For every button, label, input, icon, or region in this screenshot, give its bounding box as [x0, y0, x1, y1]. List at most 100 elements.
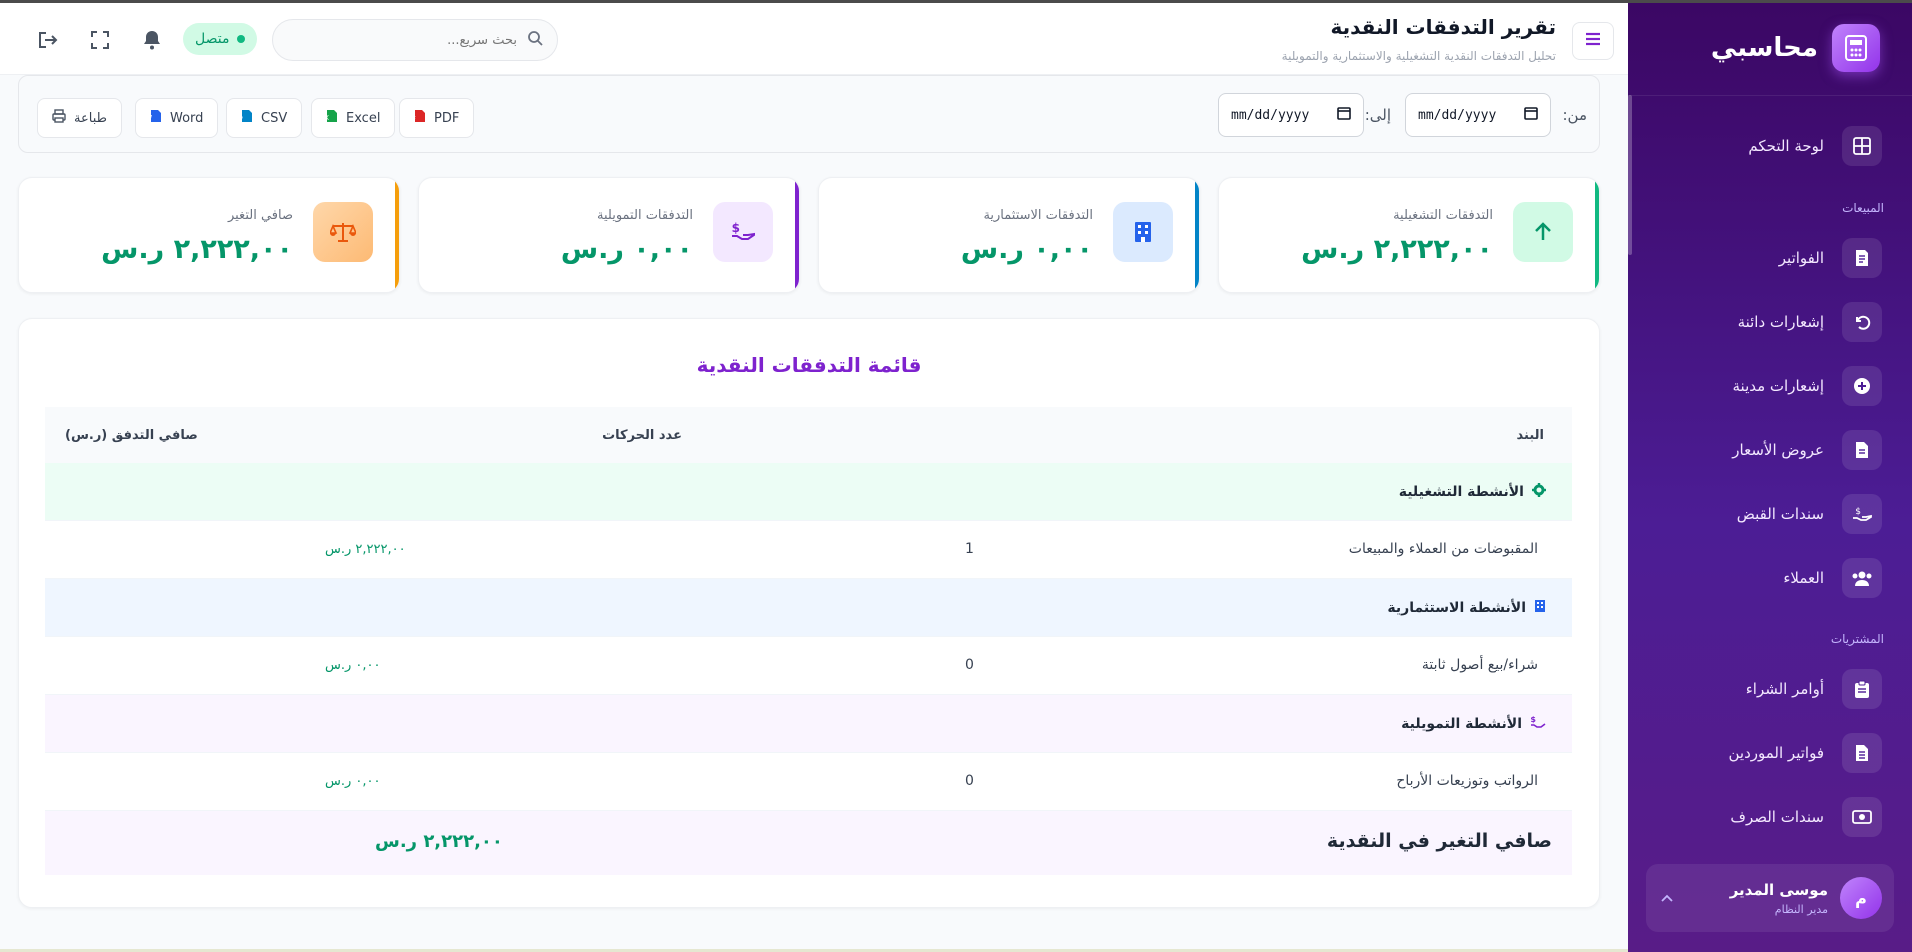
fullscreen-icon[interactable]	[89, 29, 111, 51]
arrow-up-icon	[1513, 202, 1573, 262]
status-badge: متصل	[183, 23, 258, 55]
total-value: ٢,٢٢٢,٠٠ ر.س	[375, 831, 503, 852]
page-title: تقرير التدفقات النقدية	[1330, 15, 1556, 39]
export-word-button[interactable]: Word W	[135, 98, 219, 138]
undo-icon	[1842, 302, 1882, 342]
table-row: المقبوضات من العملاء والمبيعات 1 ٢,٢٢٢,٠…	[45, 521, 1572, 579]
sidebar-item-payment-vouchers[interactable]: سندات الصرف	[1730, 797, 1882, 837]
row-count: 0	[965, 773, 974, 789]
card-accent-bar	[795, 178, 799, 292]
sidebar: محاسبي لوحة التحكم المبيعات الفواتير إشع…	[1628, 3, 1912, 952]
card-value: ٢,٢٢٢,٠٠ ر.س	[101, 234, 293, 265]
sidebar-section-sales: المبيعات	[1842, 201, 1884, 215]
hand-money-icon: $	[1842, 494, 1882, 534]
from-date-input[interactable]: mm/dd/yyyy	[1405, 93, 1551, 137]
from-label: من:	[1562, 106, 1587, 124]
sidebar-item-receipts[interactable]: $ سندات القبض	[1737, 494, 1882, 534]
section-label: الأنشطة الاستثمارية	[1387, 599, 1546, 617]
sidebar-item-label: إشعارات مدينة	[1732, 377, 1825, 395]
export-pdf-button[interactable]: PDF PDF	[399, 98, 475, 138]
svg-text:X: X	[326, 114, 329, 122]
sidebar-item-purchase-orders[interactable]: أوامر الشراء	[1746, 669, 1882, 709]
row-count: 1	[965, 541, 974, 557]
menu-toggle-button[interactable]	[1572, 22, 1614, 60]
hamburger-icon	[1584, 31, 1602, 51]
csv-icon: CSV	[234, 109, 253, 127]
status-text: متصل	[195, 31, 230, 47]
row-value: ٠,٠٠ ر.س	[325, 774, 381, 789]
export-word-label: Word	[170, 110, 204, 126]
export-csv-button[interactable]: CSV CSV	[226, 98, 303, 138]
section-row-operating: الأنشطة التشغيلية	[45, 463, 1572, 521]
pdf-icon: PDF	[407, 109, 426, 127]
cash-flow-statement: قائمة التدفقات النقدية البند عدد الحركات…	[18, 318, 1600, 908]
user-card[interactable]: م موسى المدير مدير النظام	[1646, 864, 1894, 932]
card-net-change: صافي التغير ٢,٢٢٢,٠٠ ر.س	[18, 177, 400, 293]
card-value: ٢,٢٢٢,٠٠ ر.س	[1301, 234, 1493, 265]
card-label: التدفقات التمويلية	[597, 208, 693, 223]
sidebar-scrollbar[interactable]	[1628, 95, 1632, 255]
sidebar-item-label: سندات القبض	[1736, 505, 1824, 523]
card-operating: التدفقات التشغيلية ٢,٢٢٢,٠٠ ر.س	[1218, 177, 1600, 293]
brand[interactable]: محاسبي	[1711, 24, 1880, 72]
row-item: المقبوضات من العملاء والمبيعات	[1348, 541, 1538, 557]
section-label: الأنشطة التشغيلية	[1399, 483, 1546, 501]
section-label: $ الأنشطة التمويلية	[1401, 715, 1546, 733]
svg-text:W: W	[150, 114, 152, 122]
sidebar-item-label: لوحة التحكم	[1748, 137, 1824, 155]
sidebar-item-invoices[interactable]: الفواتير	[1779, 238, 1882, 278]
user-role: مدير النظام	[1774, 902, 1828, 916]
search-box[interactable]	[272, 19, 558, 61]
svg-text:$: $	[1855, 507, 1861, 517]
top-header: تقرير التدفقات النقدية تحليل التدفقات ال…	[0, 3, 1628, 75]
column-header-net-label: صافي التدفق (ر.س)	[65, 427, 198, 443]
invoice-icon	[1842, 238, 1882, 278]
hand-money-icon: $	[713, 202, 773, 262]
sidebar-item-supplier-invoices[interactable]: فواتير الموردين	[1728, 733, 1882, 773]
bell-icon[interactable]	[141, 29, 163, 51]
sidebar-item-credit-notes[interactable]: إشعارات دائنة	[1738, 302, 1882, 342]
row-item: شراء/بيع أصول ثابتة	[1421, 657, 1538, 673]
export-excel-button[interactable]: Excel X	[311, 98, 396, 138]
document-icon	[1842, 430, 1882, 470]
section-label-text: الأنشطة التمويلية	[1401, 716, 1522, 732]
filter-toolbar: من: mm/dd/yyyy إلى: mm/dd/yyyy PDF PDF E…	[18, 75, 1600, 153]
logout-icon[interactable]	[37, 29, 59, 51]
money-bill-icon	[1842, 797, 1882, 837]
calculator-icon	[1832, 24, 1880, 72]
print-label: طباعة	[74, 110, 107, 126]
calendar-icon[interactable]	[1524, 106, 1538, 124]
card-financing: $ التدفقات التمويلية ٠,٠٠ ر.س	[418, 177, 800, 293]
search-icon	[527, 30, 543, 50]
print-button[interactable]: طباعة	[37, 98, 122, 138]
row-value: ٢,٢٢٢,٠٠ ر.س	[325, 542, 406, 557]
sidebar-item-quotes[interactable]: عروض الأسعار	[1732, 430, 1882, 470]
building-icon	[1534, 599, 1546, 617]
card-label: التدفقات الاستثمارية	[983, 208, 1093, 223]
calendar-icon[interactable]	[1337, 106, 1351, 124]
excel-icon: X	[324, 109, 338, 127]
sidebar-item-label: فواتير الموردين	[1728, 744, 1824, 762]
avatar: م	[1840, 877, 1882, 919]
sidebar-item-customers[interactable]: العملاء	[1783, 558, 1882, 598]
sidebar-item-label: إشعارات دائنة	[1737, 313, 1824, 331]
page-subtitle: تحليل التدفقات النقدية التشغيلية والاستث…	[1281, 49, 1556, 63]
sidebar-item-label: أوامر الشراء	[1745, 680, 1824, 698]
section-label-text: الأنشطة الاستثمارية	[1387, 600, 1526, 616]
sidebar-item-debit-notes[interactable]: إشعارات مدينة	[1732, 366, 1882, 406]
svg-text:$: $	[1530, 715, 1536, 724]
table-row: الرواتب وتوزيعات الأرباح 0 ٠,٠٠ ر.س	[45, 753, 1572, 811]
sidebar-item-dashboard[interactable]: لوحة التحكم	[1748, 126, 1882, 166]
column-header-item: البند	[812, 407, 1572, 463]
card-investing: التدفقات الاستثمارية ٠,٠٠ ر.س	[818, 177, 1200, 293]
search-input[interactable]	[317, 32, 517, 48]
statement-title: قائمة التدفقات النقدية	[696, 353, 922, 377]
section-label-text: الأنشطة التشغيلية	[1398, 484, 1524, 500]
to-date-input[interactable]: mm/dd/yyyy	[1218, 93, 1364, 137]
card-accent-bar	[1195, 178, 1199, 292]
section-row-financing: $ الأنشطة التمويلية	[45, 695, 1572, 753]
user-name: موسى المدير	[1729, 880, 1828, 899]
export-pdf-label: PDF	[434, 110, 460, 126]
sidebar-item-label: سندات الصرف	[1730, 808, 1824, 826]
chevron-up-icon[interactable]	[1660, 888, 1674, 907]
